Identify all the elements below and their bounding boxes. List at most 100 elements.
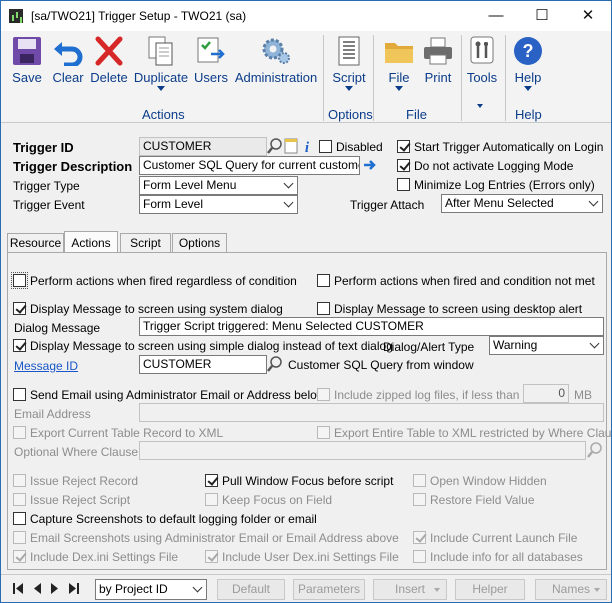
chevron-down-icon bbox=[588, 196, 599, 207]
tools-button[interactable]: Tools bbox=[465, 36, 499, 85]
no-logging-checkbox[interactable] bbox=[397, 159, 410, 172]
duplicate-button[interactable]: Duplicate bbox=[133, 36, 189, 91]
lookup-icon[interactable] bbox=[587, 441, 603, 459]
file-dropdown-icon[interactable] bbox=[395, 86, 403, 91]
pull-window-focus-checkbox[interactable] bbox=[205, 474, 218, 487]
users-button[interactable]: Users bbox=[194, 36, 228, 85]
tab-options[interactable]: Options bbox=[172, 233, 227, 253]
include-user-dex-ini-checkbox[interactable] bbox=[205, 550, 218, 563]
message-id-link[interactable]: Message ID bbox=[14, 359, 78, 373]
duplicate-dropdown-icon[interactable] bbox=[157, 86, 165, 91]
trigger-id-field[interactable]: CUSTOMER bbox=[139, 137, 267, 156]
pull-window-focus-label: Pull Window Focus before script bbox=[222, 474, 394, 488]
default-button[interactable]: Default bbox=[217, 579, 285, 600]
helper-button[interactable]: Helper bbox=[455, 579, 525, 600]
start-auto-checkbox[interactable] bbox=[397, 140, 410, 153]
lookup-icon[interactable] bbox=[267, 137, 283, 155]
close-button[interactable]: ✕ bbox=[565, 1, 611, 31]
display-system-dialog-checkbox[interactable] bbox=[13, 302, 26, 315]
ribbon-separator bbox=[461, 35, 462, 121]
new-note-icon[interactable] bbox=[284, 137, 298, 155]
send-email-checkbox[interactable] bbox=[13, 388, 26, 401]
tools-label: Tools bbox=[466, 70, 498, 85]
print-button[interactable]: Print bbox=[420, 36, 456, 85]
perform-regardless-checkbox[interactable] bbox=[11, 272, 28, 289]
dialog-message-field[interactable]: Trigger Script triggered: Menu Selected … bbox=[139, 317, 604, 336]
trigger-setup-window: [sa/TWO21] Trigger Setup - TWO21 (sa) — … bbox=[0, 0, 612, 603]
disabled-checkbox[interactable] bbox=[319, 140, 332, 153]
include-info-all-db-checkbox[interactable] bbox=[413, 550, 426, 563]
include-dex-ini-checkbox[interactable] bbox=[13, 550, 26, 563]
include-zipped-checkbox[interactable] bbox=[317, 388, 330, 401]
message-id-field[interactable]: CUSTOMER bbox=[139, 355, 267, 374]
parameters-button[interactable]: Parameters bbox=[293, 579, 365, 600]
trigger-event-dropdown[interactable]: Form Level bbox=[139, 195, 298, 214]
zip-size-field[interactable]: 0 bbox=[523, 384, 569, 403]
restore-field-value-checkbox[interactable] bbox=[413, 493, 426, 506]
names-button[interactable]: Names bbox=[535, 579, 607, 600]
keep-focus-label: Keep Focus on Field bbox=[222, 493, 333, 507]
save-icon bbox=[13, 37, 41, 65]
folder-icon bbox=[385, 43, 413, 63]
script-dropdown-icon[interactable] bbox=[345, 86, 353, 91]
dialog-alert-type-dropdown[interactable]: Warning bbox=[489, 336, 604, 355]
sort-by-dropdown[interactable]: by Project ID bbox=[95, 579, 207, 600]
insert-button[interactable]: Insert bbox=[373, 579, 447, 600]
go-arrow-icon[interactable] bbox=[363, 158, 377, 172]
trigger-type-dropdown[interactable]: Form Level Menu bbox=[139, 176, 298, 195]
help-button[interactable]: ? Help bbox=[511, 36, 545, 91]
minimize-button[interactable]: — bbox=[473, 1, 519, 31]
ribbon-separator bbox=[323, 35, 324, 121]
tab-script[interactable]: Script bbox=[120, 233, 171, 253]
export-current-table-checkbox[interactable] bbox=[13, 426, 26, 439]
svg-text:i: i bbox=[305, 140, 310, 155]
previous-record-icon[interactable] bbox=[33, 583, 41, 594]
capture-screenshots-checkbox[interactable] bbox=[13, 512, 26, 525]
info-icon[interactable]: i bbox=[301, 137, 315, 155]
issue-reject-script-checkbox[interactable] bbox=[13, 493, 26, 506]
display-simple-dialog-checkbox[interactable] bbox=[13, 339, 26, 352]
first-record-icon[interactable] bbox=[13, 583, 23, 594]
next-record-icon[interactable] bbox=[51, 583, 59, 594]
optional-where-field[interactable] bbox=[139, 441, 586, 460]
tab-resource[interactable]: Resource bbox=[7, 233, 64, 253]
script-button[interactable]: Script bbox=[331, 36, 367, 91]
open-window-hidden-checkbox[interactable] bbox=[413, 474, 426, 487]
last-record-icon[interactable] bbox=[69, 583, 79, 594]
export-entire-table-label: Export Entire Table to XML restricted by… bbox=[334, 426, 612, 440]
export-entire-table-checkbox[interactable] bbox=[317, 426, 330, 439]
perform-not-met-checkbox[interactable] bbox=[317, 274, 330, 287]
display-desktop-alert-checkbox[interactable] bbox=[317, 302, 330, 315]
chevron-down-icon bbox=[283, 178, 294, 189]
disabled-label: Disabled bbox=[336, 140, 383, 154]
administration-button[interactable]: Administration bbox=[234, 36, 318, 85]
include-dex-ini-label: Include Dex.ini Settings File bbox=[30, 550, 179, 564]
issue-reject-record-checkbox[interactable] bbox=[13, 474, 26, 487]
keep-focus-checkbox[interactable] bbox=[205, 493, 218, 506]
display-system-dialog-label: Display Message to screen using system d… bbox=[30, 302, 283, 316]
file-button[interactable]: File bbox=[383, 36, 415, 91]
ribbon-separator bbox=[373, 35, 374, 121]
file-group-label: File bbox=[406, 107, 427, 122]
email-screenshots-checkbox[interactable] bbox=[13, 531, 26, 544]
save-button[interactable]: Save bbox=[7, 36, 47, 85]
tools-icon bbox=[470, 36, 494, 64]
help-dropdown-icon[interactable] bbox=[524, 86, 532, 91]
include-current-launch-checkbox[interactable] bbox=[413, 531, 426, 544]
trigger-attach-dropdown[interactable]: After Menu Selected bbox=[441, 194, 603, 213]
title-bar: [sa/TWO21] Trigger Setup - TWO21 (sa) — … bbox=[1, 1, 611, 31]
min-log-checkbox[interactable] bbox=[397, 178, 410, 191]
trigger-description-field[interactable]: Customer SQL Query for current customer bbox=[139, 156, 360, 175]
include-current-launch-label: Include Current Launch File bbox=[430, 531, 578, 545]
help-label: Help bbox=[514, 70, 542, 85]
clear-button[interactable]: Clear bbox=[51, 36, 85, 85]
insert-dropdown-icon bbox=[434, 588, 440, 592]
delete-button[interactable]: Delete bbox=[90, 36, 128, 85]
tab-actions[interactable]: Actions bbox=[64, 231, 118, 253]
tools-dropdown-icon[interactable] bbox=[477, 104, 483, 108]
trigger-attach-value: After Menu Selected bbox=[445, 196, 554, 210]
maximize-button[interactable]: ☐ bbox=[519, 1, 565, 31]
lookup-icon[interactable] bbox=[267, 355, 283, 373]
email-address-field[interactable] bbox=[139, 403, 604, 422]
users-icon bbox=[197, 37, 225, 63]
